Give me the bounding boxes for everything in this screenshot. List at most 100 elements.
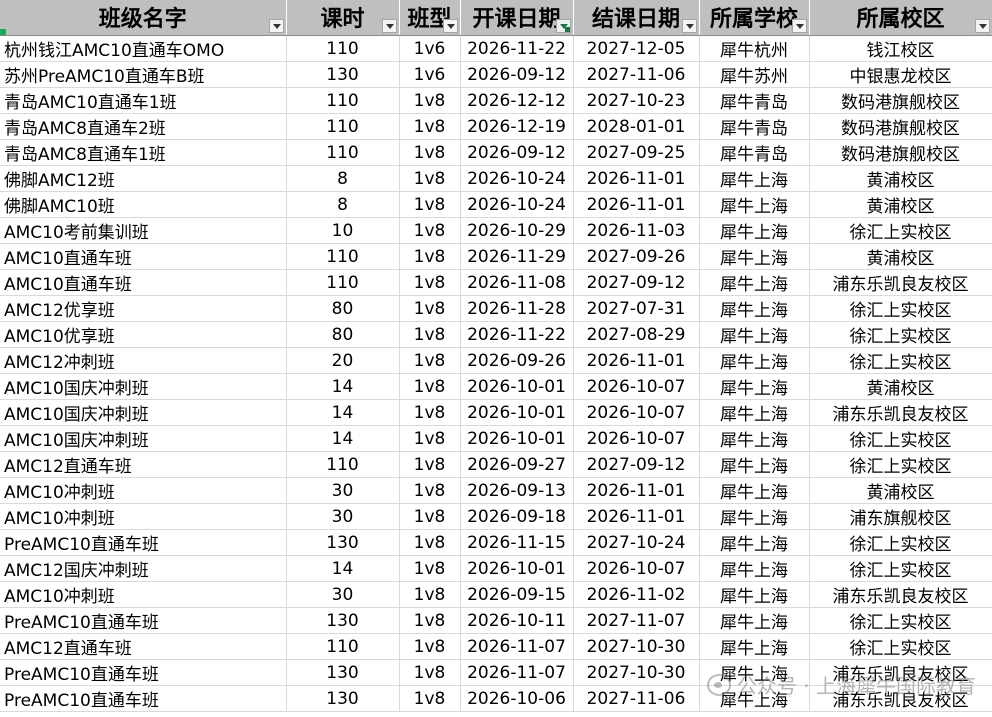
cell-hours[interactable]: 110	[286, 451, 400, 478]
cell-campus[interactable]: 徐汇上实校区	[809, 529, 992, 556]
cell-campus[interactable]: 徐汇上实校区	[809, 555, 992, 582]
header-school[interactable]: 所属学校	[699, 0, 810, 36]
cell-class-type[interactable]: 1v8	[399, 607, 461, 634]
header-end-date[interactable]: 结课日期	[573, 0, 700, 36]
cell-class-type[interactable]: 1v8	[399, 685, 461, 712]
cell-hours[interactable]: 110	[286, 139, 400, 166]
cell-class-type[interactable]: 1v8	[399, 321, 461, 348]
cell-class-type[interactable]: 1v8	[399, 503, 461, 530]
cell-class-type[interactable]: 1v8	[399, 269, 461, 296]
cell-class-type[interactable]: 1v8	[399, 87, 461, 114]
cell-start-date[interactable]: 2026-11-15	[460, 529, 574, 556]
cell-end-date[interactable]: 2027-11-06	[573, 685, 700, 712]
cell-end-date[interactable]: 2026-10-07	[573, 555, 700, 582]
cell-hours[interactable]: 14	[286, 373, 400, 400]
cell-class-name[interactable]: AMC10冲刺班	[0, 477, 287, 504]
cell-school[interactable]: 犀牛上海	[699, 373, 810, 400]
cell-end-date[interactable]: 2026-11-01	[573, 191, 700, 218]
cell-class-type[interactable]: 1v8	[399, 139, 461, 166]
cell-campus[interactable]: 黄浦校区	[809, 191, 992, 218]
cell-class-type[interactable]: 1v8	[399, 659, 461, 686]
cell-class-name[interactable]: AMC10国庆冲刺班	[0, 373, 287, 400]
cell-start-date[interactable]: 2026-10-11	[460, 607, 574, 634]
cell-end-date[interactable]: 2027-09-25	[573, 139, 700, 166]
cell-end-date[interactable]: 2026-10-07	[573, 373, 700, 400]
cell-campus[interactable]: 数码港旗舰校区	[809, 139, 992, 166]
cell-campus[interactable]: 徐汇上实校区	[809, 425, 992, 452]
cell-hours[interactable]: 30	[286, 477, 400, 504]
header-hours[interactable]: 课时	[286, 0, 400, 36]
cell-hours[interactable]: 14	[286, 425, 400, 452]
cell-class-type[interactable]: 1v8	[399, 217, 461, 244]
cell-class-type[interactable]: 1v8	[399, 477, 461, 504]
filter-dropdown-icon[interactable]	[381, 19, 397, 33]
cell-end-date[interactable]: 2027-10-24	[573, 529, 700, 556]
cell-campus[interactable]: 徐汇上实校区	[809, 321, 992, 348]
cell-class-type[interactable]: 1v8	[399, 295, 461, 322]
cell-school[interactable]: 犀牛上海	[699, 217, 810, 244]
cell-class-name[interactable]: 青岛AMC8直通车1班	[0, 139, 287, 166]
cell-hours[interactable]: 130	[286, 607, 400, 634]
cell-school[interactable]: 犀牛上海	[699, 451, 810, 478]
cell-campus[interactable]: 徐汇上实校区	[809, 347, 992, 374]
cell-school[interactable]: 犀牛杭州	[699, 35, 810, 62]
cell-school[interactable]: 犀牛上海	[699, 243, 810, 270]
cell-class-name[interactable]: 佛脚AMC12班	[0, 165, 287, 192]
cell-end-date[interactable]: 2027-11-07	[573, 607, 700, 634]
cell-start-date[interactable]: 2026-12-19	[460, 113, 574, 140]
cell-end-date[interactable]: 2027-10-23	[573, 87, 700, 114]
cell-campus[interactable]: 浦东乐凯良友校区	[809, 269, 992, 296]
cell-class-name[interactable]: AMC10国庆冲刺班	[0, 399, 287, 426]
cell-school[interactable]: 犀牛上海	[699, 607, 810, 634]
cell-hours[interactable]: 8	[286, 191, 400, 218]
cell-start-date[interactable]: 2026-10-01	[460, 425, 574, 452]
cell-class-name[interactable]: AMC12优享班	[0, 295, 287, 322]
header-campus[interactable]: 所属校区	[809, 0, 992, 36]
header-start-date[interactable]: 开课日期	[460, 0, 574, 36]
filter-dropdown-icon[interactable]	[442, 19, 458, 33]
cell-end-date[interactable]: 2026-11-01	[573, 165, 700, 192]
cell-class-type[interactable]: 1v8	[399, 425, 461, 452]
cell-campus[interactable]: 浦东乐凯良友校区	[809, 581, 992, 608]
cell-class-name[interactable]: AMC10直通车班	[0, 269, 287, 296]
cell-class-name[interactable]: PreAMC10直通车班	[0, 685, 287, 712]
header-class-type[interactable]: 班型	[399, 0, 461, 36]
cell-hours[interactable]: 110	[286, 633, 400, 660]
cell-school[interactable]: 犀牛上海	[699, 269, 810, 296]
cell-start-date[interactable]: 2026-10-01	[460, 555, 574, 582]
cell-class-type[interactable]: 1v8	[399, 165, 461, 192]
cell-campus[interactable]: 徐汇上实校区	[809, 217, 992, 244]
cell-start-date[interactable]: 2026-10-24	[460, 191, 574, 218]
cell-start-date[interactable]: 2026-09-18	[460, 503, 574, 530]
cell-school[interactable]: 犀牛上海	[699, 555, 810, 582]
cell-class-name[interactable]: 苏州PreAMC10直通车B班	[0, 61, 287, 88]
cell-class-name[interactable]: 青岛AMC10直通车1班	[0, 87, 287, 114]
cell-class-name[interactable]: AMC10冲刺班	[0, 581, 287, 608]
cell-class-name[interactable]: AMC12冲刺班	[0, 347, 287, 374]
cell-start-date[interactable]: 2026-09-12	[460, 61, 574, 88]
cell-hours[interactable]: 8	[286, 165, 400, 192]
cell-school[interactable]: 犀牛苏州	[699, 61, 810, 88]
cell-end-date[interactable]: 2027-11-06	[573, 61, 700, 88]
cell-hours[interactable]: 80	[286, 321, 400, 348]
cell-school[interactable]: 犀牛上海	[699, 191, 810, 218]
cell-end-date[interactable]: 2028-01-01	[573, 113, 700, 140]
cell-hours[interactable]: 30	[286, 581, 400, 608]
cell-hours[interactable]: 20	[286, 347, 400, 374]
cell-campus[interactable]: 徐汇上实校区	[809, 451, 992, 478]
cell-hours[interactable]: 10	[286, 217, 400, 244]
cell-campus[interactable]: 徐汇上实校区	[809, 633, 992, 660]
cell-end-date[interactable]: 2027-09-12	[573, 451, 700, 478]
cell-end-date[interactable]: 2027-10-30	[573, 633, 700, 660]
cell-start-date[interactable]: 2026-10-06	[460, 685, 574, 712]
cell-hours[interactable]: 130	[286, 529, 400, 556]
cell-end-date[interactable]: 2027-10-30	[573, 659, 700, 686]
cell-hours[interactable]: 110	[286, 113, 400, 140]
cell-school[interactable]: 犀牛上海	[699, 165, 810, 192]
cell-campus[interactable]: 徐汇上实校区	[809, 295, 992, 322]
cell-start-date[interactable]: 2026-09-26	[460, 347, 574, 374]
cell-start-date[interactable]: 2026-09-13	[460, 477, 574, 504]
cell-class-type[interactable]: 1v8	[399, 191, 461, 218]
cell-campus[interactable]: 浦东乐凯良友校区	[809, 399, 992, 426]
header-class-name[interactable]: 班级名字	[0, 0, 287, 36]
